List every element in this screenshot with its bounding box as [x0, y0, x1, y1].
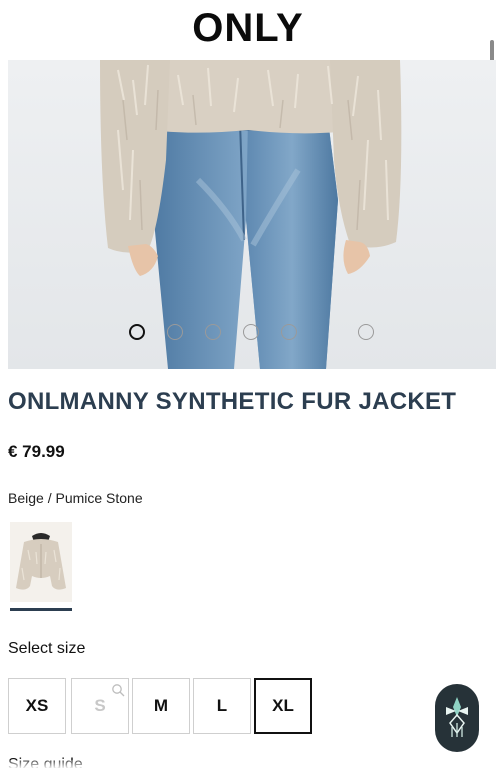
brand-logo[interactable]: ONLY [0, 6, 496, 51]
product-title: ONLMANNY SYNTHETIC FUR JACKET [8, 388, 457, 415]
size-label: M [153, 696, 169, 715]
size-option-s[interactable]: S [71, 678, 129, 734]
size-option-xs[interactable]: XS [8, 678, 66, 734]
product-image-carousel[interactable] [8, 60, 496, 369]
bottom-fade [0, 760, 496, 768]
product-photo [8, 60, 496, 369]
size-label: L [216, 696, 228, 715]
swatch-thumbnail [10, 522, 72, 602]
carousel-dot[interactable] [129, 324, 145, 340]
top-header: ONLY [0, 0, 496, 60]
product-price: € 79.99 [8, 442, 65, 461]
selected-color-label: Beige / Pumice Stone [8, 490, 143, 506]
assistant-logo-icon [446, 697, 468, 737]
carousel-dot[interactable] [167, 324, 183, 340]
selected-swatch-indicator [10, 608, 72, 611]
size-option-m[interactable]: M [132, 678, 190, 734]
size-option-l[interactable]: L [193, 678, 251, 734]
size-label: XL [272, 696, 294, 715]
carousel-dot[interactable] [358, 324, 374, 340]
size-option-xl[interactable]: XL [254, 678, 312, 734]
carousel-dot[interactable] [243, 324, 259, 340]
size-label: S [94, 696, 106, 715]
carousel-dots [8, 324, 496, 342]
size-label: XS [25, 696, 49, 715]
search-icon [112, 684, 125, 697]
select-size-label: Select size [8, 640, 86, 657]
color-swatch-beige[interactable] [10, 522, 72, 611]
carousel-dot[interactable] [281, 324, 297, 340]
carousel-dot[interactable] [205, 324, 221, 340]
chat-assistant-button[interactable] [435, 684, 479, 752]
